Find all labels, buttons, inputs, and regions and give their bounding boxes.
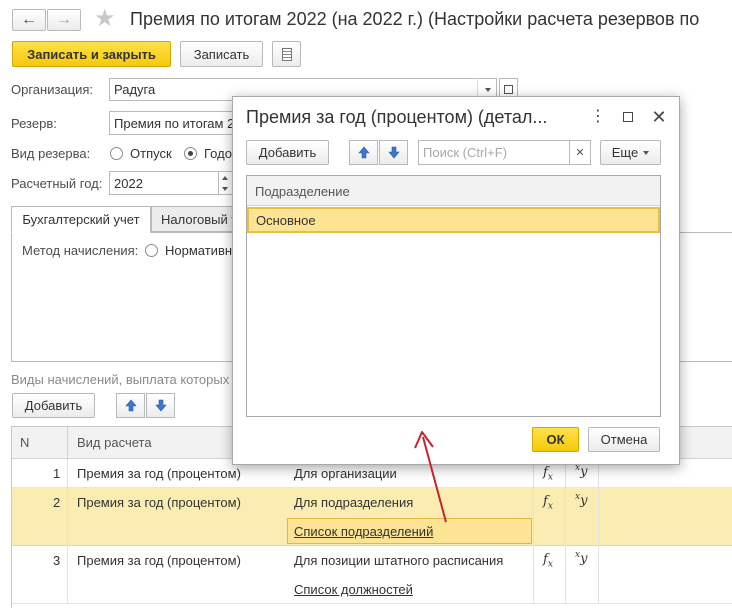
variables-icon[interactable]: xy (575, 492, 587, 508)
star-icon[interactable]: ★ (94, 5, 116, 33)
organization-label: Организация: (11, 82, 94, 97)
row-type: Премия за год (процентом) (77, 466, 241, 481)
window-title: Премия по итогам 2022 (на 2022 г.) (Наст… (130, 9, 700, 29)
year-stepper[interactable] (219, 171, 233, 195)
accruals-add-button[interactable]: Добавить (12, 393, 95, 418)
arrow-up-icon (124, 399, 137, 412)
dialog-more-button[interactable]: Еще (600, 140, 661, 165)
dialog-title: Премия за год (процентом) (детал... (246, 107, 548, 127)
close-icon: ✕ (651, 107, 667, 127)
row-n: 3 (53, 553, 61, 568)
row-n: 1 (53, 466, 61, 481)
tab-tax[interactable]: Налоговый у (151, 206, 241, 232)
formula-icon[interactable]: fx (543, 465, 553, 483)
back-button[interactable]: ← (12, 9, 46, 31)
dialog-move-down-button[interactable] (379, 140, 408, 165)
column-divider (67, 459, 68, 604)
department-dialog: Премия за год (процентом) (детал... ⋮ ✕ … (232, 96, 680, 465)
reserve-type-label: Вид резерва: (11, 146, 91, 161)
reserve-value: Премия по итогам 2 (114, 115, 235, 131)
tab-accounting[interactable]: Бухгалтерский учет (11, 206, 151, 233)
method-normative-label: Нормативн (165, 243, 233, 258)
dialog-menu-button[interactable]: ⋮ (588, 107, 608, 127)
column-divider (565, 459, 566, 604)
open-window-icon (504, 85, 513, 94)
year-value: 2022 (114, 175, 143, 191)
accruals-move-up-button[interactable] (116, 393, 145, 418)
arrow-down-icon (154, 399, 167, 412)
method-label: Метод начисления: (22, 243, 139, 258)
header-type: Вид расчета (77, 435, 152, 450)
save-and-close-button[interactable]: Записать и закрыть (12, 41, 171, 67)
reserve-label: Резерв: (11, 116, 57, 131)
header-n: N (20, 435, 30, 450)
dialog-search-clear-button[interactable]: ✕ (569, 140, 591, 165)
dialog-maximize-button[interactable] (618, 107, 638, 127)
reserve-type-vacation-radio[interactable] (110, 147, 123, 160)
position-list-link[interactable]: Список должностей (294, 582, 413, 597)
variables-icon[interactable]: xy (575, 463, 587, 479)
year-field[interactable]: 2022 (109, 171, 219, 195)
tab-accounting-label: Бухгалтерский учет (22, 212, 140, 227)
row-scope: Для организации (294, 466, 397, 481)
more-vertical-icon: ⋮ (590, 108, 606, 125)
dialog-header-department: Подразделение (255, 184, 350, 199)
arrow-up-icon (357, 146, 370, 159)
dialog-move-up-button[interactable] (349, 140, 378, 165)
dialog-cancel-button[interactable]: Отмена (588, 427, 660, 452)
row-scope: Для подразделения (294, 495, 414, 510)
formula-icon[interactable]: fx (543, 494, 553, 512)
caret-down-icon (484, 87, 491, 92)
document-list-icon (281, 47, 292, 61)
dialog-add-button[interactable]: Добавить (246, 140, 329, 165)
dialog-ok-button[interactable]: ОК (532, 427, 579, 452)
row-type: Премия за год (процентом) (77, 495, 241, 510)
department-list-link[interactable]: Список подразделений (294, 524, 433, 539)
accruals-move-down-button[interactable] (146, 393, 175, 418)
clear-icon: ✕ (575, 147, 585, 159)
dialog-close-button[interactable]: ✕ (648, 106, 670, 128)
reserve-type-annual-radio[interactable] (184, 147, 197, 160)
reserve-type-vacation-label: Отпуск (130, 146, 172, 161)
dialog-row-department: Основное (256, 213, 316, 228)
caret-down-icon (222, 187, 228, 191)
dialog-table-row-selected[interactable]: Основное (247, 207, 660, 233)
column-divider (598, 459, 599, 604)
more-button-label: Еще (611, 145, 639, 160)
row-type: Премия за год (процентом) (77, 553, 241, 568)
row-n: 2 (53, 495, 61, 510)
save-button[interactable]: Записать (180, 41, 263, 67)
dialog-table: Подразделение Основное (246, 175, 661, 417)
arrow-down-icon (387, 146, 400, 159)
row-scope: Для позиции штатного расписания (294, 553, 504, 568)
search-placeholder: Поиск (Ctrl+F) (423, 145, 508, 160)
forward-button[interactable]: → (47, 9, 81, 31)
variables-icon[interactable]: xy (575, 550, 587, 566)
accruals-caption: Виды начислений, выплата которых (11, 372, 230, 387)
year-label: Расчетный год: (11, 176, 103, 191)
arrow-left-icon: ← (21, 11, 37, 28)
table-header-divider (67, 427, 68, 459)
maximize-icon (623, 112, 633, 122)
dialog-search-input[interactable]: Поиск (Ctrl+F) (418, 140, 570, 165)
column-divider (533, 459, 534, 604)
reserve-field[interactable]: Премия по итогам 2 (109, 111, 239, 135)
reserve-type-annual-label: Годо (204, 146, 232, 161)
arrow-right-icon: → (56, 11, 72, 28)
formula-icon[interactable]: fx (543, 552, 553, 570)
document-button[interactable] (272, 41, 301, 67)
caret-up-icon (222, 176, 228, 180)
organization-value: Радуга (114, 82, 156, 97)
method-normative-radio[interactable] (145, 244, 158, 257)
tab-tax-label: Налоговый у (161, 211, 238, 227)
caret-down-icon (643, 150, 650, 155)
